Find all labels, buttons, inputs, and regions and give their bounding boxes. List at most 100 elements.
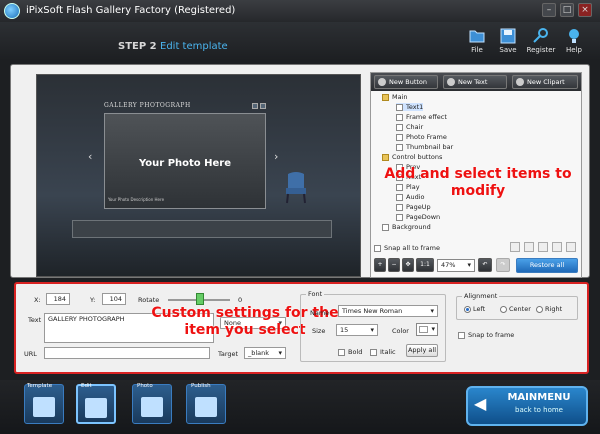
tree-item-label: Background <box>392 223 431 231</box>
minimize-button[interactable]: – <box>542 3 556 17</box>
edit-icon <box>85 398 107 418</box>
font-name-select[interactable]: Times New Roman <box>338 305 438 317</box>
actual-size-icon[interactable]: 1:1 <box>416 258 434 272</box>
tree-item-photo-frame[interactable]: Photo Frame <box>396 133 447 141</box>
photo-description: Your Photo Description Here <box>108 197 165 202</box>
photo-placeholder-text: Your Photo Here <box>138 158 232 169</box>
zoom-select[interactable]: 47% <box>437 259 475 272</box>
new-button-button[interactable]: New Button <box>374 75 438 89</box>
tree-item-control-buttons[interactable]: Control buttons <box>382 153 442 161</box>
italic-checkbox[interactable]: Italic <box>370 348 396 356</box>
apply-all-button[interactable]: Apply all <box>406 344 438 357</box>
zoom-in-icon[interactable]: + <box>374 258 386 272</box>
tree-item-pageup[interactable]: PageUp <box>396 203 431 211</box>
preview-mini-button[interactable] <box>252 103 258 109</box>
new-text-button[interactable]: New Text <box>443 75 507 89</box>
radio-icon <box>500 305 507 313</box>
tree-item-label: PageUp <box>406 203 431 211</box>
app-logo-icon <box>4 3 20 19</box>
delete-icon[interactable] <box>566 242 576 252</box>
close-button[interactable]: × <box>578 3 592 17</box>
lightbulb-icon <box>569 29 579 43</box>
tree-item-label: Control buttons <box>392 153 443 161</box>
target-label: Target <box>218 350 239 358</box>
color-picker[interactable]: ▾ <box>416 323 438 336</box>
tab-publish[interactable] <box>186 384 226 424</box>
y-label: Y: <box>90 296 96 304</box>
tree-item-thumbnail-bar[interactable]: Thumbnail bar <box>396 143 453 151</box>
move-up-icon[interactable] <box>524 242 534 252</box>
snap-to-frame-checkbox[interactable]: Snap to frame <box>458 331 514 339</box>
window-title: iPixSoft Flash Gallery Factory (Register… <box>26 5 236 16</box>
bold-checkbox[interactable]: Bold <box>338 348 362 356</box>
font-group-title: Font <box>306 290 325 298</box>
save-button[interactable]: Save <box>491 26 525 56</box>
rotate-slider-thumb[interactable] <box>196 293 204 305</box>
next-arrow-icon[interactable]: › <box>274 150 278 163</box>
target-select[interactable]: _blank <box>244 347 286 359</box>
tab-edit[interactable] <box>76 384 116 424</box>
align-right-radio[interactable]: Right <box>536 305 562 313</box>
redo-icon[interactable]: ↷ <box>496 258 510 272</box>
register-label: Register <box>526 46 556 54</box>
pan-icon[interactable]: ✥ <box>402 258 414 272</box>
tree-item-text1[interactable]: Text1 <box>396 103 424 111</box>
item-tree: Main Text1 Frame effect Chair Photo Fram… <box>374 93 579 233</box>
tree-item-label: Chair <box>406 123 424 131</box>
copy-icon[interactable] <box>552 242 562 252</box>
tree-item-background[interactable]: Background <box>382 223 431 231</box>
align-center-label: Center <box>509 305 531 313</box>
rotate-value: 0 <box>238 296 243 304</box>
radio-icon <box>464 305 471 313</box>
thumbnail-bar[interactable] <box>72 220 332 238</box>
rotate-label: Rotate <box>138 296 160 304</box>
help-button[interactable]: Help <box>557 26 591 56</box>
image-icon <box>382 223 389 231</box>
move-down-icon[interactable] <box>538 242 548 252</box>
key-icon <box>533 28 548 43</box>
tree-item-label: Text1 <box>406 103 424 111</box>
size-select[interactable]: 15 <box>336 324 378 336</box>
tab-photo-label: Photo <box>137 383 153 389</box>
prev-arrow-icon[interactable]: ‹ <box>88 150 92 163</box>
template-icon <box>33 397 55 417</box>
tree-item-main[interactable]: Main <box>382 93 408 101</box>
snap-all-checkbox[interactable]: Snap all to frame <box>374 244 440 252</box>
tree-item-label: Photo Frame <box>406 133 447 141</box>
tree-item-label: Thumbnail bar <box>406 143 454 151</box>
url-input[interactable] <box>44 347 210 359</box>
radio-icon <box>536 305 543 313</box>
align-left-radio[interactable]: Left <box>464 305 485 313</box>
tab-template[interactable] <box>24 384 64 424</box>
checkbox-icon <box>374 244 381 252</box>
photo-icon <box>141 397 163 417</box>
checkbox-icon <box>370 348 377 356</box>
gallery-title-text[interactable]: GALLERY PHOTOGRAPH <box>104 102 191 109</box>
new-clipart-button[interactable]: New Clipart <box>512 75 578 89</box>
restore-all-button[interactable]: Restore all <box>516 258 578 273</box>
tree-item-pagedown[interactable]: PageDown <box>396 213 440 221</box>
new-text-label: New Text <box>458 78 488 86</box>
x-input[interactable]: 184 <box>46 293 70 305</box>
tree-item-chair[interactable]: Chair <box>396 123 423 131</box>
preview-mini-button[interactable] <box>260 103 266 109</box>
zoom-out-icon[interactable]: − <box>388 258 400 272</box>
tree-item-frame-effect[interactable]: Frame effect <box>396 113 447 121</box>
color-swatch <box>419 326 428 333</box>
chair-image[interactable] <box>282 170 310 204</box>
bold-label: Bold <box>348 348 363 356</box>
register-button[interactable]: Register <box>524 26 558 56</box>
undo-icon[interactable]: ↶ <box>478 258 492 272</box>
align-center-radio[interactable]: Center <box>500 305 531 313</box>
chevron-down-icon: ▾ <box>431 325 435 333</box>
lock-icon[interactable] <box>510 242 520 252</box>
folder-icon <box>382 153 389 161</box>
tree-item-label: PageDown <box>406 213 441 221</box>
y-input[interactable]: 104 <box>102 293 126 305</box>
file-button[interactable]: File <box>460 26 494 56</box>
button-icon <box>396 213 403 221</box>
maximize-button[interactable]: □ <box>560 3 574 17</box>
help-label: Help <box>566 46 582 54</box>
tab-photo[interactable] <box>132 384 172 424</box>
snap-to-frame-label: Snap to frame <box>468 331 515 339</box>
